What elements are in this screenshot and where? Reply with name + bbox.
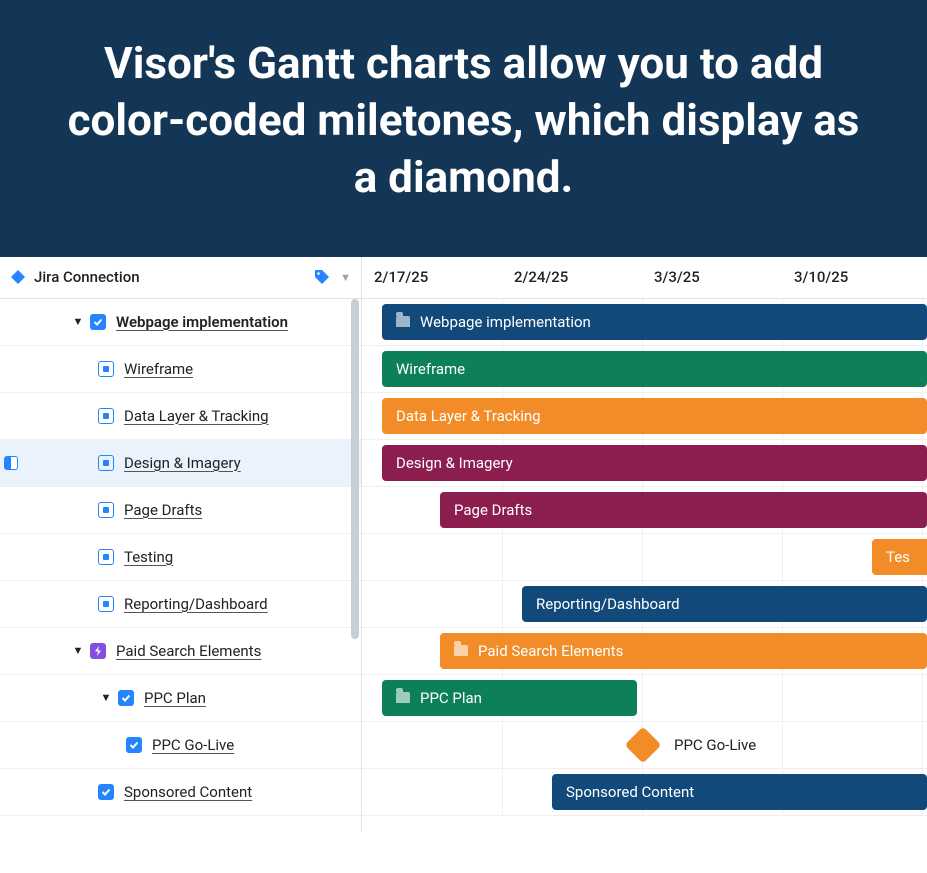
gantt-bar[interactable]: Wireframe [382,351,927,387]
gantt-bar[interactable]: Reporting/Dashboard [522,586,927,622]
gantt-bar-label: Design & Imagery [396,454,513,472]
date-header: 2/17/252/24/253/3/253/10/25 [362,257,927,299]
checkbox-icon[interactable] [98,784,114,800]
gantt-bar-label: Tes [886,548,910,566]
checkbox-icon[interactable] [126,737,142,753]
date-column: 2/17/25 [362,257,502,298]
gantt-bar-label: Data Layer & Tracking [396,407,541,425]
task-type-icon [98,502,114,518]
timeline-row[interactable]: Webpage implementation [362,299,927,346]
task-tree: ▼ Webpage implementation Wireframe Data Lay… [0,299,361,816]
gantt-bar-label: Paid Search Elements [478,642,623,660]
half-select-icon [4,456,18,470]
date-column: 2/24/25 [502,257,642,298]
tree-row[interactable]: Wireframe [0,346,361,393]
gantt-bar[interactable]: Tes [872,539,927,575]
jira-icon [10,269,26,285]
tree-row[interactable]: ▼ Webpage implementation [0,299,361,346]
tree-row[interactable]: Sponsored Content [0,769,361,816]
timeline-row[interactable]: PPC Plan [362,675,927,722]
tree-item-label[interactable]: Wireframe [124,360,193,378]
hero-banner: Visor's Gantt charts allow you to add co… [0,0,927,257]
tree-row[interactable]: PPC Go-Live [0,722,361,769]
gantt-app: Jira Connection ▼ ▼ Webpage implementatio… [0,257,927,832]
gantt-bar[interactable]: Sponsored Content [552,774,927,810]
gantt-bar[interactable]: Page Drafts [440,492,927,528]
task-type-icon [98,596,114,612]
gantt-bar-label: Wireframe [396,360,465,378]
timeline-grid: Webpage implementation Wireframe Data Laye… [362,299,927,816]
bolt-icon[interactable] [90,643,106,659]
expand-arrow-icon[interactable]: ▼ [70,644,86,657]
tree-row[interactable]: Data Layer & Tracking [0,393,361,440]
timeline-row[interactable]: Tes [362,534,927,581]
task-type-icon [98,361,114,377]
task-type-icon [98,549,114,565]
timeline-row[interactable]: Sponsored Content [362,769,927,816]
gantt-bar[interactable]: Design & Imagery [382,445,927,481]
timeline-row[interactable]: Design & Imagery [362,440,927,487]
tree-item-label[interactable]: Page Drafts [124,501,202,519]
tree-item-label[interactable]: Sponsored Content [124,783,252,801]
sidebar-header[interactable]: Jira Connection ▼ [0,257,361,299]
gantt-bar[interactable]: PPC Plan [382,680,637,716]
gantt-bar-label: Webpage implementation [420,313,591,331]
expand-arrow-icon[interactable]: ▼ [70,315,86,328]
tree-item-label[interactable]: Reporting/Dashboard [124,595,268,613]
milestone-label: PPC Go-Live [674,736,756,754]
gantt-bar[interactable]: Webpage implementation [382,304,927,340]
date-column: 3/3/25 [642,257,782,298]
folder-icon [396,316,410,327]
tree-item-label[interactable]: Webpage implementation [116,313,288,331]
tree-row[interactable]: ▼ Paid Search Elements [0,628,361,675]
connection-title: Jira Connection [34,268,140,286]
date-column: 3/10/25 [782,257,922,298]
timeline-row[interactable]: Reporting/Dashboard [362,581,927,628]
sidebar: Jira Connection ▼ ▼ Webpage implementatio… [0,257,362,832]
tree-item-label[interactable]: PPC Plan [144,689,206,707]
tree-item-label[interactable]: Paid Search Elements [116,642,261,660]
milestone-diamond[interactable] [625,726,662,763]
task-type-icon [98,455,114,471]
timeline-row[interactable]: Page Drafts [362,487,927,534]
folder-icon [454,645,468,656]
checkbox-icon[interactable] [90,314,106,330]
gantt-bar-label: Page Drafts [454,501,532,519]
gantt-bar-label: PPC Plan [420,689,482,707]
checkbox-icon[interactable] [118,690,134,706]
timeline-row[interactable]: Paid Search Elements [362,628,927,675]
tree-row[interactable]: Design & Imagery [0,440,361,487]
gantt-bar-label: Sponsored Content [566,783,694,801]
gantt-bar[interactable]: Paid Search Elements [440,633,927,669]
timeline-row[interactable]: Data Layer & Tracking [362,393,927,440]
gantt-bar[interactable]: Data Layer & Tracking [382,398,927,434]
folder-icon [396,692,410,703]
tree-row[interactable]: Reporting/Dashboard [0,581,361,628]
tree-row[interactable]: ▼ PPC Plan [0,675,361,722]
sidebar-scrollbar[interactable] [351,299,359,639]
tree-item-label[interactable]: Data Layer & Tracking [124,407,269,425]
timeline-panel: 2/17/252/24/253/3/253/10/25 Webpage impl… [362,257,927,832]
expand-arrow-icon[interactable]: ▼ [98,691,114,704]
tag-icon[interactable] [314,269,330,285]
tree-item-label[interactable]: Design & Imagery [124,454,241,472]
gantt-bar-label: Reporting/Dashboard [536,595,680,613]
hero-title: Visor's Gantt charts allow you to add co… [60,35,867,207]
tree-item-label[interactable]: Testing [124,548,173,566]
header-dropdown-icon[interactable]: ▼ [340,271,351,284]
tree-row[interactable]: Page Drafts [0,487,361,534]
tree-item-label[interactable]: PPC Go-Live [152,736,234,754]
tree-row[interactable]: Testing [0,534,361,581]
timeline-row[interactable]: Wireframe [362,346,927,393]
timeline-row[interactable]: PPC Go-Live [362,722,927,769]
row-indicator [0,456,22,470]
task-type-icon [98,408,114,424]
